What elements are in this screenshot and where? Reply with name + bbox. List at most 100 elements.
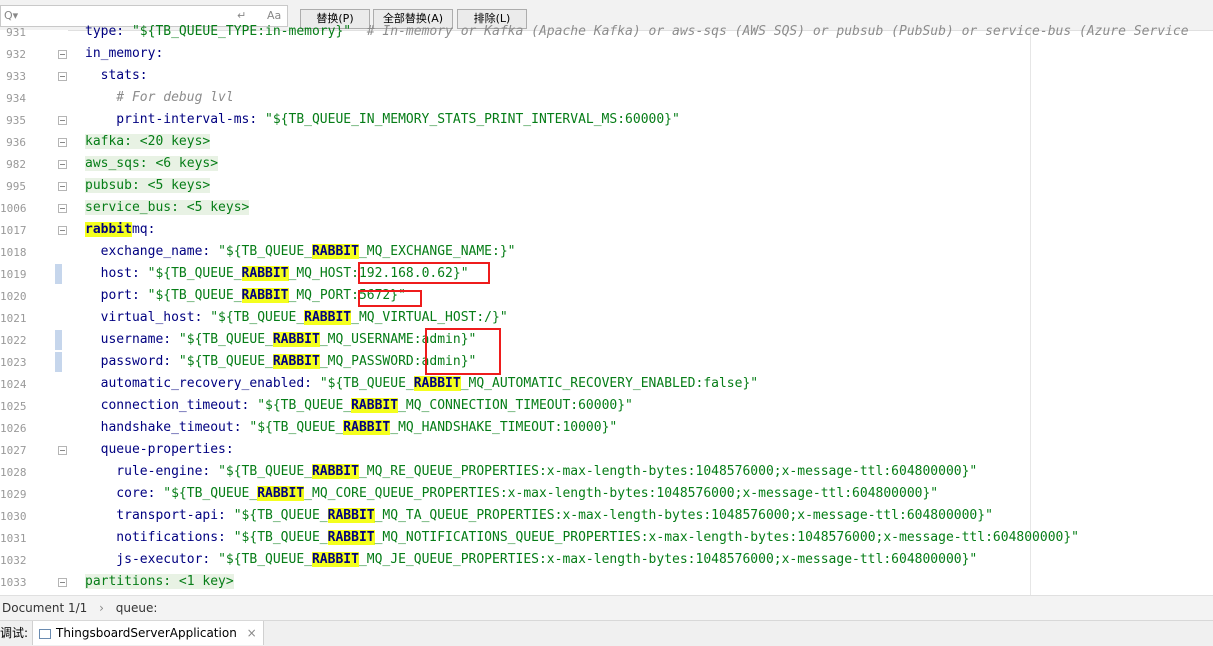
code-token: rule-engine: — [85, 464, 219, 479]
line-number: 1031 — [0, 532, 27, 545]
annotation-box-port — [358, 290, 422, 307]
line-number: 1033 — [0, 576, 27, 589]
code-token: _MQ_JE_QUEUE_PROPERTIES:x-max-length-byt… — [358, 552, 978, 567]
editor-gutter: 931 932 933 934 935 936 982 995 1006 1017 1018 1019… — [0, 26, 68, 595]
code-line[interactable]: queue-properties: — [85, 439, 234, 461]
code-token: "${TB_QUEUE_ — [218, 244, 312, 259]
fold-toggle-icon[interactable] — [58, 446, 67, 455]
code-token: pubsub: <5 keys> — [85, 178, 211, 193]
code-line[interactable]: username: "${TB_QUEUE_RABBIT_MQ_USERNAME… — [85, 329, 476, 351]
code-token: "${TB_QUEUE_ — [233, 530, 328, 545]
code-token: stats: — [85, 68, 148, 83]
code-line[interactable]: print-interval-ms: "${TB_QUEUE_IN_MEMORY… — [85, 109, 680, 131]
code-token: exchange_name: — [85, 244, 219, 259]
code-line[interactable]: connection_timeout: "${TB_QUEUE_RABBIT_M… — [85, 395, 633, 417]
line-number: 931 — [6, 26, 26, 39]
code-line[interactable]: js-executor: "${TB_QUEUE_RABBIT_MQ_JE_QU… — [85, 549, 977, 571]
code-token: username: — [85, 332, 179, 347]
code-line[interactable]: core: "${TB_QUEUE_RABBIT_MQ_CORE_QUEUE_P… — [85, 483, 938, 505]
code-line[interactable]: type: "${TB_QUEUE_TYPE:in-memory}" # In-… — [85, 21, 1189, 43]
code-token: "${TB_QUEUE_ — [233, 508, 328, 523]
code-line[interactable]: notifications: "${TB_QUEUE_RABBIT_MQ_NOT… — [85, 527, 1079, 549]
code-line[interactable]: transport-api: "${TB_QUEUE_RABBIT_MQ_TA_… — [85, 505, 993, 527]
line-number: 1025 — [0, 400, 27, 413]
fold-toggle-icon[interactable] — [58, 226, 67, 235]
code-line[interactable]: automatic_recovery_enabled: "${TB_QUEUE_… — [85, 373, 758, 395]
search-options-icon[interactable]: Q▾ — [4, 9, 18, 22]
code-line[interactable]: pubsub: <5 keys> — [85, 175, 211, 197]
code-token: print-interval-ms: — [85, 112, 266, 127]
close-icon[interactable]: × — [247, 626, 257, 640]
code-token: "${TB_QUEUE_ — [147, 266, 242, 281]
code-token: rabbit — [85, 222, 132, 237]
line-number: 1026 — [0, 422, 27, 435]
code-line[interactable]: # For debug lvl — [85, 87, 234, 109]
line-number: 1024 — [0, 378, 27, 391]
code-line[interactable]: virtual_host: "${TB_QUEUE_RABBIT_MQ_VIRT… — [85, 307, 508, 329]
line-number: 1029 — [0, 488, 27, 501]
tab-label: ThingsboardServerApplication — [56, 626, 237, 640]
code-token: # For debug lvl — [85, 90, 234, 105]
code-line[interactable]: kafka: <20 keys> — [85, 131, 211, 153]
code-token: js-executor: — [85, 552, 219, 567]
code-token: "${TB_QUEUE_ — [249, 420, 344, 435]
code-token: port: — [85, 288, 148, 303]
modified-marker[interactable] — [55, 330, 62, 350]
line-number: 1022 — [0, 334, 27, 347]
code-line[interactable]: in_memory: — [85, 43, 163, 65]
code-token: "${TB_QUEUE_ — [218, 464, 312, 479]
code-token: RABBIT — [351, 398, 399, 413]
fold-toggle-icon[interactable] — [58, 204, 67, 213]
code-line[interactable]: partitions: <1 key> — [85, 571, 234, 593]
app-icon — [39, 628, 51, 639]
code-token: RABBIT — [311, 244, 359, 259]
annotation-box-host — [358, 262, 490, 284]
line-number: 1021 — [0, 312, 27, 325]
code-token: RABBIT — [241, 266, 289, 281]
breadcrumb-document[interactable]: Document 1/1 — [2, 601, 87, 615]
fold-toggle-icon[interactable] — [58, 160, 67, 169]
fold-toggle-icon[interactable] — [58, 138, 67, 147]
code-token: "${TB_QUEUE_IN_MEMORY_STATS_PRINT_INTERV… — [265, 112, 680, 127]
tab-run-config[interactable]: ThingsboardServerApplication × — [32, 621, 264, 645]
code-line[interactable]: stats: — [85, 65, 148, 87]
code-token: _MQ_CORE_QUEUE_PROPERTIES:x-max-length-b… — [304, 486, 939, 501]
code-token: service_bus: <5 keys> — [85, 200, 250, 215]
fold-toggle-icon[interactable] — [58, 116, 67, 125]
line-number: 1028 — [0, 466, 27, 479]
code-token: RABBIT — [272, 332, 320, 347]
breadcrumb-separator: › — [99, 601, 104, 615]
line-number: 1019 — [0, 268, 27, 281]
code-line[interactable]: password: "${TB_QUEUE_RABBIT_MQ_PASSWORD… — [85, 351, 476, 373]
code-token: "${TB_QUEUE_ — [218, 552, 312, 567]
line-number: 1017 — [0, 224, 27, 237]
code-token: _MQ_NOTIFICATIONS_QUEUE_PROPERTIES:x-max… — [374, 530, 1080, 545]
breadcrumb-path[interactable]: queue: — [116, 601, 158, 615]
code-token: host: — [85, 266, 148, 281]
code-token: automatic_recovery_enabled: — [85, 376, 320, 391]
code-token: in_memory: — [85, 46, 164, 61]
fold-toggle-icon[interactable] — [58, 182, 67, 191]
code-token: RABBIT — [304, 310, 352, 325]
code-line[interactable]: rule-engine: "${TB_QUEUE_RABBIT_MQ_RE_QU… — [85, 461, 977, 483]
code-line[interactable]: handshake_timeout: "${TB_QUEUE_RABBIT_MQ… — [85, 417, 617, 439]
code-token: handshake_timeout: — [85, 420, 250, 435]
fold-toggle-icon[interactable] — [58, 578, 67, 587]
fold-toggle-icon[interactable] — [58, 50, 67, 59]
line-number: 1023 — [0, 356, 27, 369]
fold-toggle-icon[interactable] — [58, 72, 67, 81]
code-token: RABBIT — [327, 508, 375, 523]
modified-marker[interactable] — [55, 352, 62, 372]
line-number: 1030 — [0, 510, 27, 523]
line-number: 1027 — [0, 444, 27, 457]
code-token: _MQ_TA_QUEUE_PROPERTIES:x-max-length-byt… — [374, 508, 993, 523]
code-line[interactable]: service_bus: <5 keys> — [85, 197, 250, 219]
code-line[interactable]: aws_sqs: <6 keys> — [85, 153, 219, 175]
line-number: 932 — [6, 48, 26, 61]
modified-marker[interactable] — [55, 264, 62, 284]
code-line[interactable]: exchange_name: "${TB_QUEUE_RABBIT_MQ_EXC… — [85, 241, 516, 263]
code-token: connection_timeout: — [85, 398, 258, 413]
code-token: "${TB_QUEUE_ — [163, 486, 258, 501]
debug-label: 调试: — [0, 626, 29, 640]
code-line[interactable]: rabbitmq: — [85, 219, 155, 241]
